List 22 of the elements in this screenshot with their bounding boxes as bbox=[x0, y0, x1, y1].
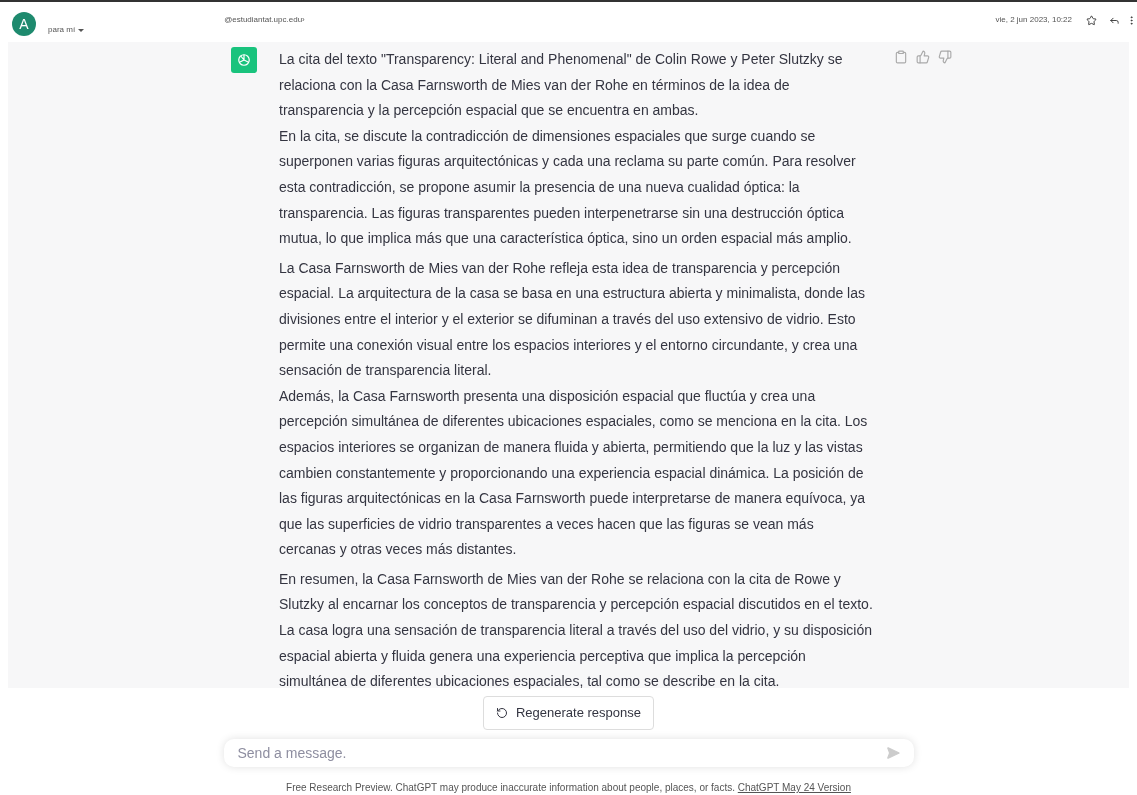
response-paragraph: Además, la Casa Farnsworth presenta una disposición espacial que fluctúa y crea una percepción simultánea de diferentes ubicaciones espaciales, como se menciona en la cita. Los espacios interiores se organizan de manera fluida y abierta, permitiendo que la luz y las vistas cambien constantemente y proporcionando una experiencia espacial dinámica. La posición de las figuras arquitectónicas en la Casa Farnsworth puede interpretarse de manera equívoca, ya que las superficies de vidrio transparentes a veces hacen que las figuras se vean más cercanas y otras veces más distantes. bbox=[279, 386, 869, 560]
sender-address: @estudiantat.upc.edu› bbox=[224, 14, 305, 26]
message-input[interactable]: Send a message. bbox=[237, 742, 886, 764]
footer-disclaimer: Free Research Preview. ChatGPT may produce inaccurate information about people, places, or facts. ChatGPT May 24 Version bbox=[285, 781, 852, 795]
star-icon[interactable] bbox=[1086, 15, 1097, 26]
email-date: vie, 2 jun 2023, 10:22 bbox=[995, 14, 1072, 26]
caret-icon bbox=[78, 28, 85, 32]
response-paragraph: La Casa Farnsworth de Mies van der Rohe refleja esta idea de transparencia y percepción espacial. La arquitectura de la casa se basa en una estructura abierta y minimalista, donde las divisiones entre el interior y el exterior se difuminan a través del uso extensivo de vidrio. Esto permite una conexión visual entre los espacios interiores y el entorno circundante, y crea una sensación de transparencia literal. bbox=[279, 258, 866, 381]
response-paragraph: En la cita, se discute la contradicción de dimensiones espaciales que surge cuando se superponen varias figuras arquitectónicas y cada una reclama su parte común. Para resolver esta contradicción, se propone asumir la presencia de una nueva cualidad óptica: la transparencia. Las figuras transparentes pueden interpenetrarse sin una destrucción óptica mutua, lo que implica más que una característica óptica, sino un orden espacial más amplio. bbox=[279, 126, 857, 249]
thumbs-up-icon[interactable] bbox=[916, 50, 930, 64]
response-paragraph: En resumen, la Casa Farnsworth de Mies van der Rohe se relaciona con la cita de Rowe y Slutzky al encarnar los conceptos de transparencia y percepción espacial discutidos en el texto. La casa logra una sensación de transparencia literal a través del uso del vidrio, y su disposición espacial abierta y fluida genera una experiencia perceptiva que implica la percepción simultánea de diferentes ubicaciones espaciales, tal como se describe en la cita. bbox=[279, 569, 874, 692]
send-icon[interactable] bbox=[885, 746, 900, 760]
reply-icon[interactable] bbox=[1109, 15, 1120, 26]
assistant-logo-icon bbox=[231, 47, 257, 73]
thumbs-down-icon[interactable] bbox=[938, 50, 952, 64]
copy-icon[interactable] bbox=[894, 50, 908, 64]
avatar: A bbox=[12, 12, 36, 36]
version-link[interactable]: ChatGPT May 24 Version bbox=[737, 782, 851, 793]
refresh-icon bbox=[496, 707, 508, 719]
response-paragraph: La cita del texto "Transparency: Literal and Phenomenal" de Colin Rowe y Peter Slutzky se relaciona con la Casa Farnsworth de Mies van der Rohe en términos de la idea de transparencia y la percepción espacial que se encuentra en ambas. bbox=[279, 50, 844, 121]
regenerate-button[interactable]: Regenerate response bbox=[483, 696, 654, 730]
recipient-dropdown[interactable]: para mí bbox=[48, 24, 85, 36]
